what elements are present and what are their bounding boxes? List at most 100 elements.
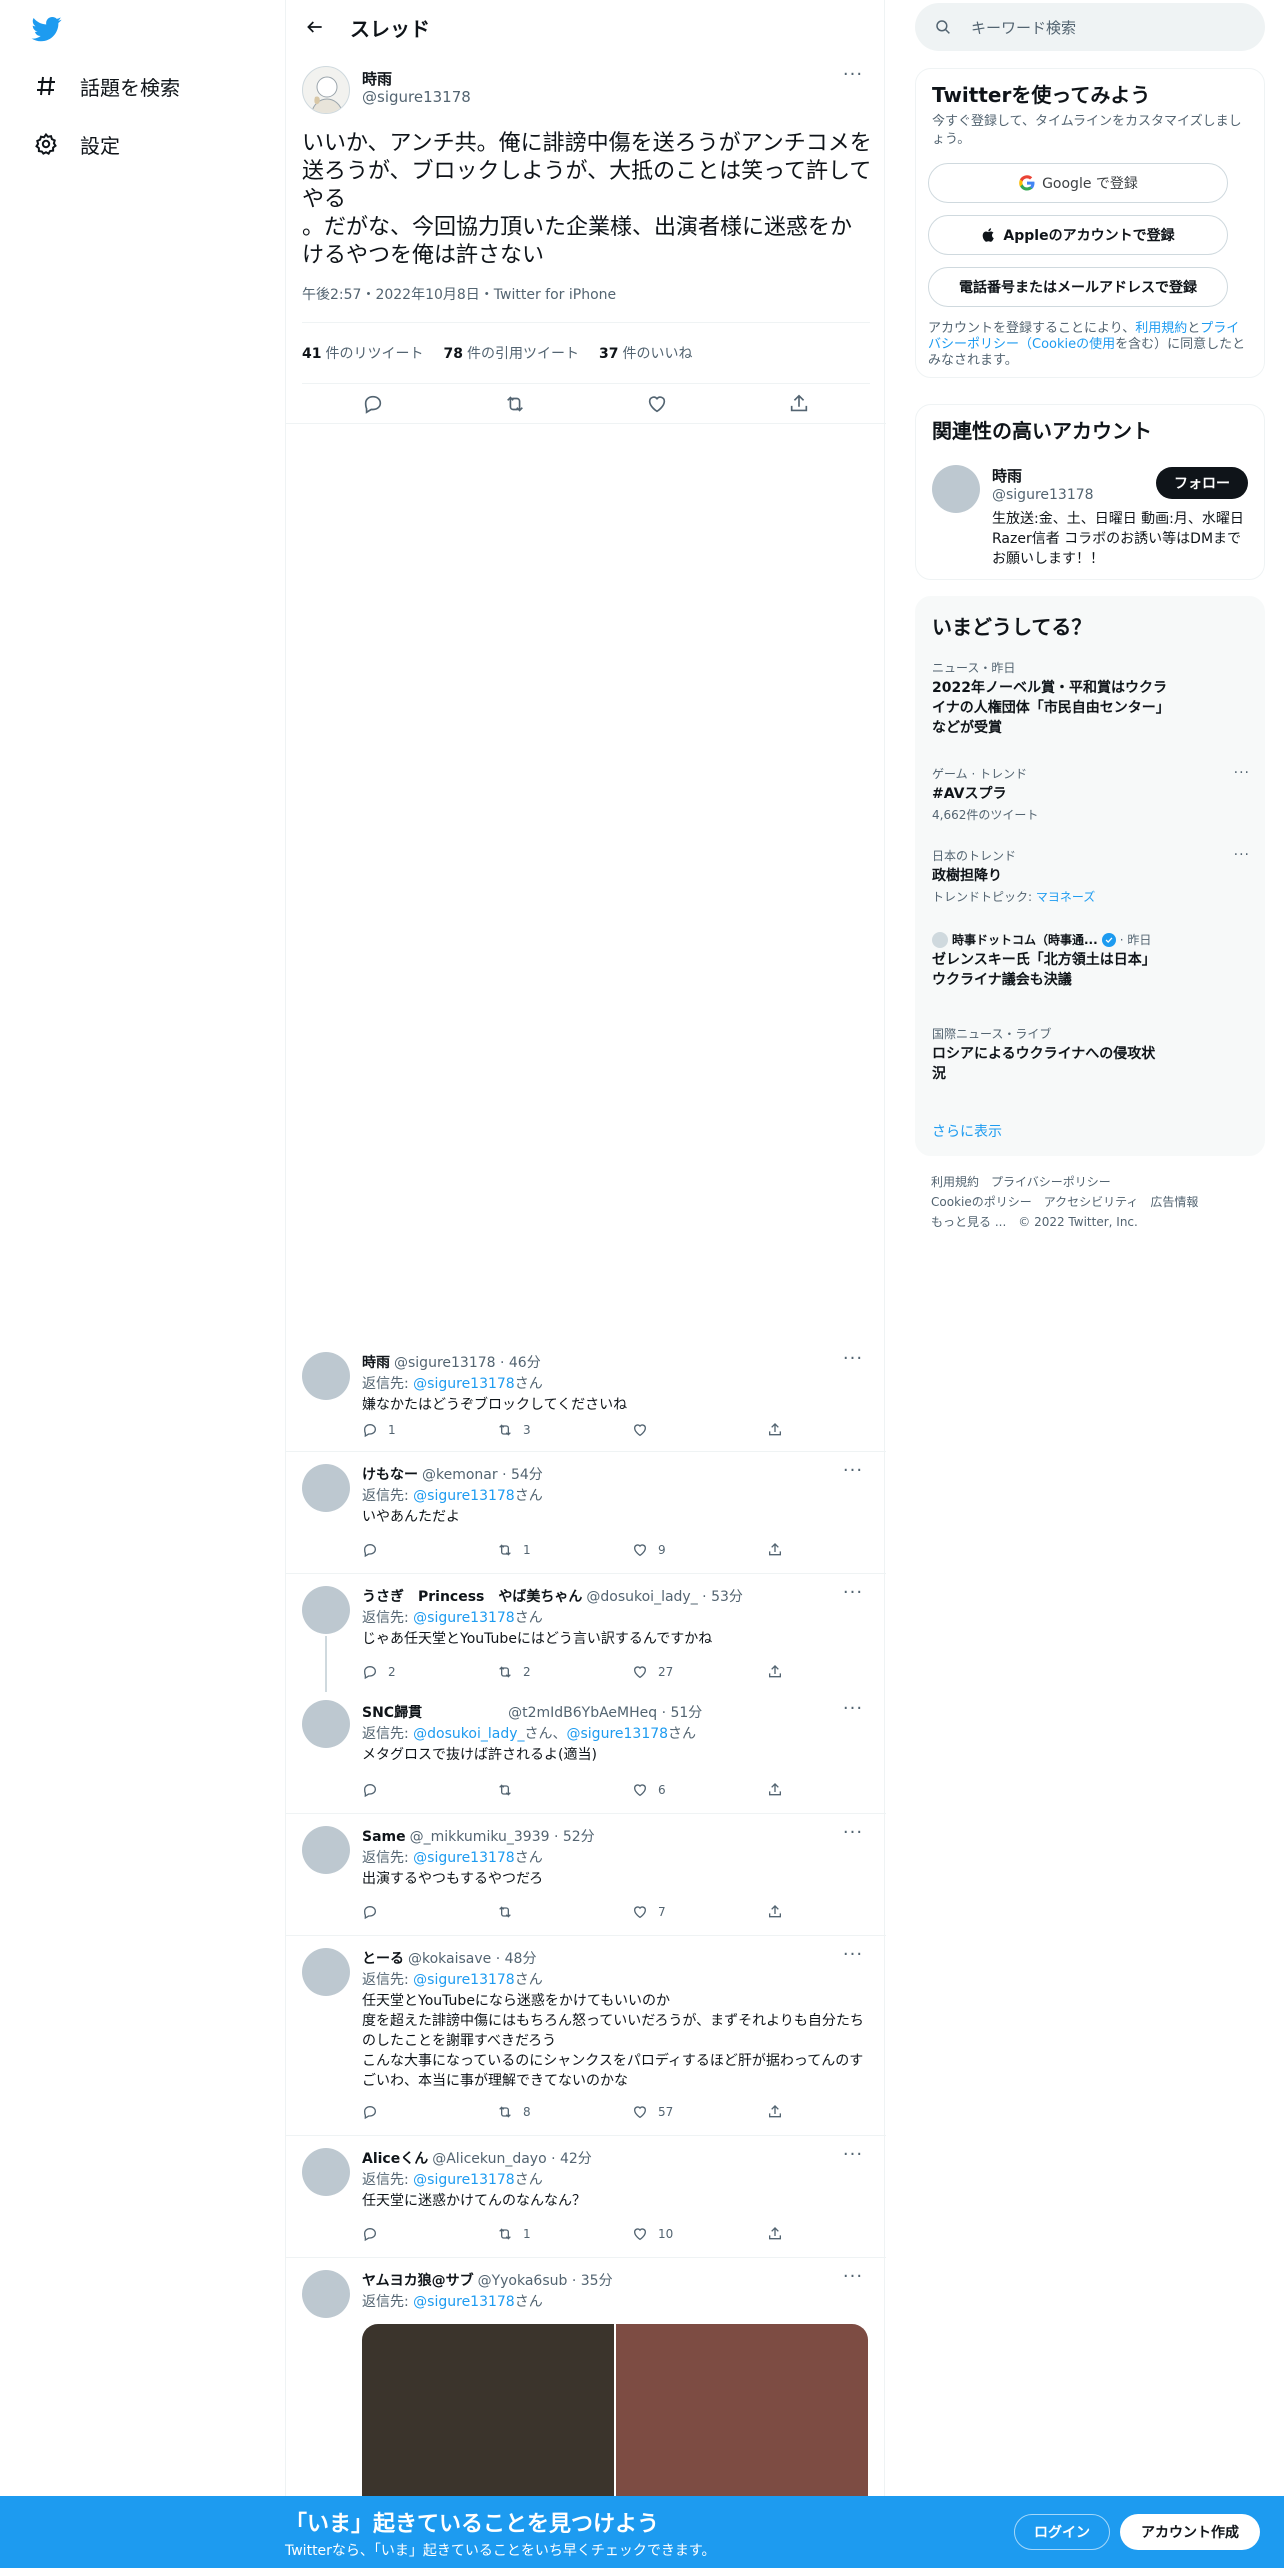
share-icon[interactable] [767,1540,797,1560]
share-icon[interactable] [767,1780,797,1800]
reply-author-name[interactable]: とーる [362,1951,404,1967]
apple-signup-button[interactable]: Appleのアカウントで登録 [928,215,1228,255]
reply-tweet[interactable]: けもなー @kemonar · 54分 ··· 返信先: @sigure13178… [286,1452,886,1574]
retweet-icon[interactable] [504,393,526,415]
search-input[interactable]: キーワード検索 [971,17,1076,38]
reply-author-name[interactable]: 時雨 [362,1355,390,1371]
cookie-link[interactable]: Cookieの使用 [1032,337,1115,352]
mention-link[interactable]: @sigure13178 [413,1610,515,1626]
heart-icon[interactable] [632,1420,767,1440]
share-icon[interactable] [767,1902,797,1922]
mention-link[interactable]: @sigure13178 [413,1972,515,1988]
nav-explore[interactable]: 話題を検索 [32,66,180,106]
avatar[interactable] [302,1586,350,1634]
heart-icon[interactable]: 27 [632,1662,767,1682]
reply-icon[interactable]: 2 [362,1662,497,1682]
share-icon[interactable] [767,2224,797,2244]
mention-link[interactable]: @sigure13178 [413,1376,515,1392]
share-icon[interactable] [767,2102,797,2122]
mention-link[interactable]: @sigure13178 [567,1726,669,1742]
reply-author-handle[interactable]: @_mikkumiku_3939 · 52分 [410,1829,595,1845]
more-icon[interactable]: ··· [838,1350,868,1372]
share-icon[interactable] [767,1662,797,1682]
reply-tweet[interactable]: とーる @kokaisave · 48分 ··· 返信先: @sigure1317… [286,1936,886,2136]
search-box[interactable]: キーワード検索 [915,3,1265,51]
create-account-button[interactable]: アカウント作成 [1120,2514,1260,2550]
mention-link[interactable]: @sigure13178 [413,2172,515,2188]
avatar[interactable] [302,2148,350,2196]
mention-link[interactable]: @sigure13178 [413,1850,515,1866]
avatar[interactable] [302,1826,350,1874]
trend-item[interactable]: 国際ニュース・ライブ ロシアによるウクライナへの侵攻状況 [932,1025,1250,1084]
media-image[interactable] [616,2324,868,2504]
footer-link[interactable]: 広告情報 [1150,1195,1198,1209]
more-icon[interactable]: ··· [838,1946,868,1968]
retweet-icon[interactable] [497,1780,632,1800]
reply-author-name[interactable]: SNC歸貫 [362,1705,422,1721]
retweet-icon[interactable]: 2 [497,1662,632,1682]
quote-stat[interactable]: 78 件の引用ツイート [443,343,578,363]
like-stat[interactable]: 37 件のいいね [599,343,692,363]
avatar[interactable] [302,1352,350,1400]
footer-link[interactable]: 利用規約 [931,1175,979,1189]
reply-author-handle[interactable]: @Yyoka6sub · 35分 [478,2273,613,2289]
mention-link[interactable]: @dosukoi_lady_ [413,1726,524,1742]
heart-icon[interactable]: 10 [632,2224,767,2244]
more-icon[interactable]: ··· [1234,765,1250,781]
login-button[interactable]: ログイン [1014,2514,1110,2550]
mention-link[interactable]: @sigure13178 [413,1488,515,1504]
reply-author-name[interactable]: うさぎ Princess やば美ちゃん [362,1589,582,1605]
footer-link[interactable]: Cookieのポリシー [931,1195,1032,1209]
heart-icon[interactable] [646,393,668,415]
reply-author-handle[interactable]: @kokaisave · 48分 [408,1951,536,1967]
trend-item[interactable]: ニュース・昨日 2022年ノーベル賞・平和賞はウクライナの人権団体「市民自由セン… [932,659,1250,738]
reply-author-handle[interactable]: @t2mIdB6YbAeMHeq · 51分 [508,1705,702,1721]
more-icon[interactable]: ··· [838,1584,868,1606]
related-account-name[interactable]: 時雨 [992,465,1022,486]
reply-tweet[interactable]: SNC歸貫 @t2mIdB6YbAeMHeq · 51分 ··· 返信先: @do… [286,1692,886,1814]
media-images[interactable] [362,2324,868,2504]
reply-icon[interactable]: 1 [362,1420,497,1440]
heart-icon[interactable]: 57 [632,2102,767,2122]
mention-link[interactable]: @sigure13178 [413,2294,515,2310]
more-icon[interactable]: ··· [838,1700,868,1722]
reply-tweet[interactable]: 時雨 @sigure13178 · 46分 ··· 返信先: @sigure131… [286,1340,886,1452]
more-icon[interactable]: ··· [838,66,868,88]
share-icon[interactable] [767,1420,797,1440]
reply-icon[interactable] [362,393,384,415]
media-image[interactable] [362,2324,614,2504]
reply-author-handle[interactable]: @Alicekun_dayo · 42分 [432,2151,592,2167]
trend-item[interactable]: 時事ドットコム（時事通... · 昨日 ゼレンスキー氏「北方領土は日本」 ウクラ… [932,931,1250,990]
more-icon[interactable]: ··· [838,2146,868,2168]
reply-author-name[interactable]: Aliceくん [362,2151,428,2167]
heart-icon[interactable]: 6 [632,1780,767,1800]
footer-link[interactable]: アクセシビリティ [1044,1195,1139,1209]
retweet-icon[interactable]: 1 [497,2224,632,2244]
reply-icon[interactable] [362,1540,497,1560]
retweet-icon[interactable] [497,1902,632,1922]
reply-author-handle[interactable]: @sigure13178 · 46分 [394,1355,541,1371]
reply-tweet[interactable]: Aliceくん @Alicekun_dayo · 42分 ··· 返信先: @si… [286,2136,886,2258]
show-more-link[interactable]: さらに表示 [932,1121,1002,1141]
heart-icon[interactable]: 7 [632,1902,767,1922]
trend-topic-link[interactable]: マヨネーズ [1036,890,1095,904]
more-icon[interactable]: ··· [838,2268,868,2290]
reply-icon[interactable] [362,2224,497,2244]
trend-item[interactable]: 日本のトレンド ··· 政樹担降り トレンドトピック: マヨネーズ [932,847,1250,905]
terms-link[interactable]: 利用規約 [1135,321,1187,336]
more-icon[interactable]: ··· [838,1824,868,1846]
retweet-icon[interactable]: 3 [497,1420,632,1440]
twitter-logo-icon[interactable] [30,14,66,44]
footer-more-link[interactable]: もっと見る ... [931,1215,1006,1229]
author-name[interactable]: 時雨 [362,68,392,89]
retweet-icon[interactable]: 8 [497,2102,632,2122]
reply-tweet[interactable]: Same @_mikkumiku_3939 · 52分 ··· 返信先: @sig… [286,1814,886,1936]
avatar[interactable] [932,465,980,513]
tweet-timestamp[interactable]: 午後2:57・2022年10月8日・Twitter for iPhone [302,284,616,304]
author-handle[interactable]: @sigure13178 [362,88,471,106]
footer-link[interactable]: プライバシーポリシー [991,1175,1111,1189]
heart-icon[interactable]: 9 [632,1540,767,1560]
phone-email-signup-button[interactable]: 電話番号またはメールアドレスで登録 [928,267,1228,307]
reply-author-handle[interactable]: @kemonar · 54分 [422,1467,543,1483]
avatar[interactable] [302,66,350,114]
